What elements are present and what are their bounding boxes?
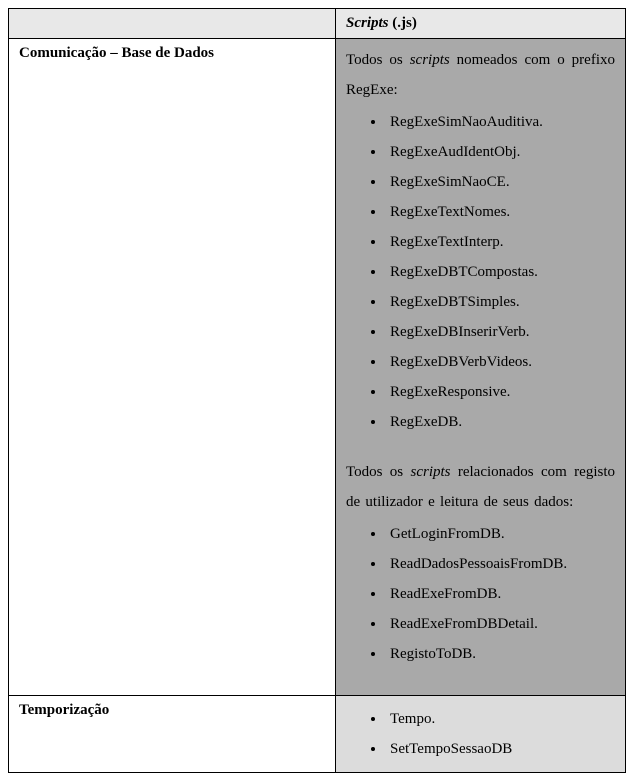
list-item: GetLoginFromDB. (386, 519, 615, 549)
header-right-cell: Scripts (.js) (336, 9, 626, 39)
intro1-italic: scripts (410, 52, 450, 68)
intro-userdata: Todos os scripts relacionados com regist… (346, 457, 615, 517)
row-db-left: Comunicação – Base de Dados (9, 39, 336, 696)
table-header-row: Scripts (.js) (9, 9, 626, 39)
list-item: SetTempoSessaoDB (386, 734, 615, 764)
header-left-cell (9, 9, 336, 39)
list-item: Tempo. (386, 704, 615, 734)
list-item: RegExeSimNaoAuditiva. (386, 107, 615, 137)
spacer (346, 671, 615, 689)
list-item: RegExeDBTCompostas. (386, 257, 615, 287)
list-regexe: RegExeSimNaoAuditiva.RegExeAudIdentObj.R… (346, 107, 615, 437)
row-tempo-left: Temporização (9, 696, 336, 773)
list-item: RegExeDBInserirVerb. (386, 317, 615, 347)
intro1-prefix: Todos os (346, 52, 410, 68)
list-item: ReadDadosPessoaisFromDB. (386, 549, 615, 579)
intro2-italic: scripts (410, 464, 450, 480)
row-tempo-right: Tempo.SetTempoSessaoDB (336, 696, 626, 773)
scripts-table: Scripts (.js) Comunicação – Base de Dado… (8, 8, 626, 773)
list-userdata: GetLoginFromDB.ReadDadosPessoaisFromDB.R… (346, 519, 615, 669)
list-item: RegExeTextInterp. (386, 227, 615, 257)
list-item: RegExeResponsive. (386, 377, 615, 407)
row-db-communication: Comunicação – Base de Dados Todos os scr… (9, 39, 626, 696)
list-tempo: Tempo.SetTempoSessaoDB (346, 704, 615, 764)
row-temporizacao: Temporização Tempo.SetTempoSessaoDB (9, 696, 626, 773)
list-item: ReadExeFromDB. (386, 579, 615, 609)
header-ext-label: (.js) (389, 15, 417, 31)
list-item: RegExeAudIdentObj. (386, 137, 615, 167)
list-item: RegistoToDB. (386, 639, 615, 669)
list-item: RegExeTextNomes. (386, 197, 615, 227)
list-item: RegExeSimNaoCE. (386, 167, 615, 197)
row-db-right: Todos os scripts nomeados com o prefixo … (336, 39, 626, 696)
list-item: RegExeDB. (386, 407, 615, 437)
list-item: RegExeDBVerbVideos. (386, 347, 615, 377)
spacer (346, 439, 615, 457)
list-item: RegExeDBTSimples. (386, 287, 615, 317)
intro2-prefix: Todos os (346, 464, 410, 480)
header-scripts-label: Scripts (346, 15, 389, 31)
list-item: ReadExeFromDBDetail. (386, 609, 615, 639)
intro-regexe: Todos os scripts nomeados com o prefixo … (346, 45, 615, 105)
